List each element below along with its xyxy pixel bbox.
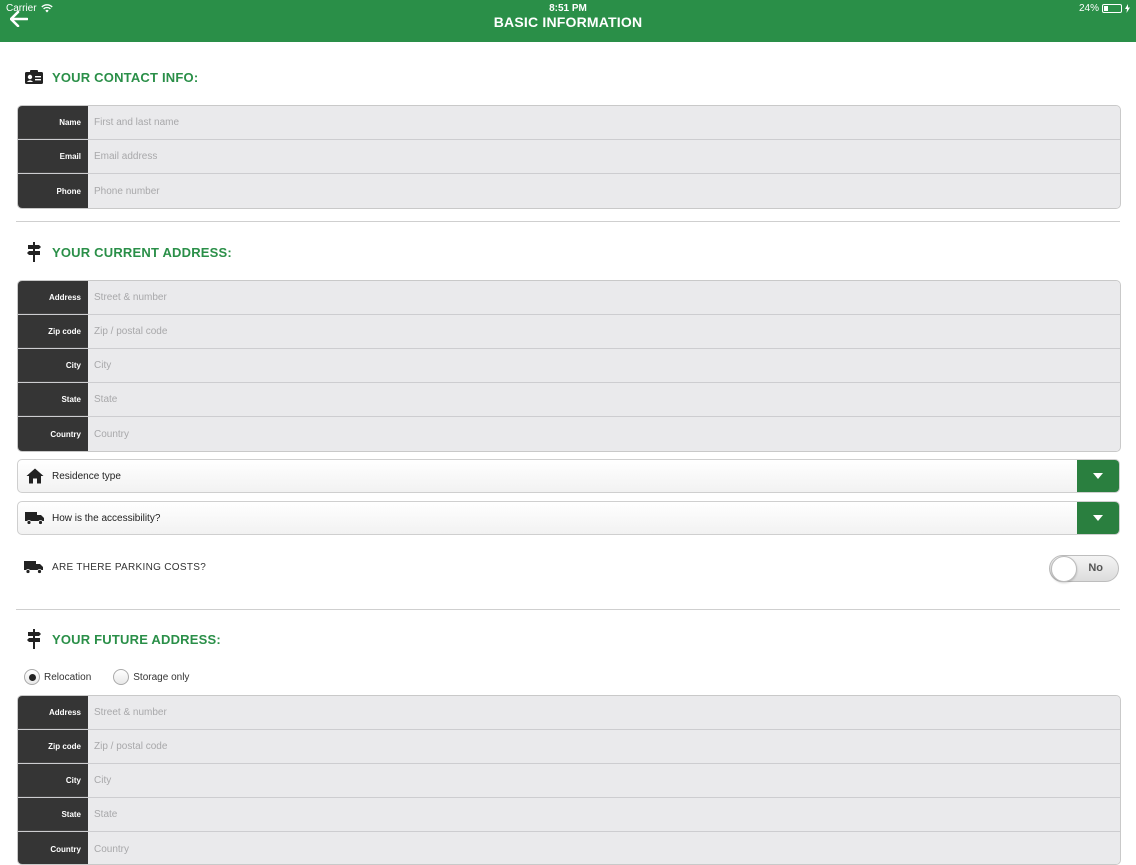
storage-only-radio[interactable]: Storage only [113,669,189,685]
contact-card-icon [24,67,44,87]
field-label: City [18,349,88,382]
page-title: BASIC INFORMATION [493,14,643,30]
field-label: City [18,764,88,797]
field-label: Zip code [18,730,88,763]
country-field[interactable] [88,417,1120,451]
signpost-icon [24,629,44,649]
country-field[interactable] [88,832,1120,864]
section-heading: YOUR CONTACT INFO: [52,69,199,85]
city-row: City [18,764,1120,798]
dropdown-label: How is the accessibility? [52,512,161,524]
parking-costs-toggle[interactable]: No [1049,555,1119,582]
status-battery: 24% [1079,3,1130,14]
truck-icon [24,560,44,574]
move-type-radio-group: Relocation Storage only [24,669,189,685]
state-field[interactable] [88,383,1120,416]
name-row: Name [18,106,1120,140]
field-label: Zip code [18,315,88,348]
street-field[interactable] [88,696,1120,729]
truck-icon [18,502,52,534]
toggle-knob [1051,556,1077,582]
field-label: Name [18,106,88,139]
current-address-form: Address Zip code City State Country [17,280,1121,452]
charging-icon [1125,4,1130,13]
name-field[interactable] [88,106,1120,139]
battery-percent: 24% [1078,3,1099,14]
phone-row: Phone [18,174,1120,208]
zip-field[interactable] [88,730,1120,763]
parking-costs-row: ARE THERE PARKING COSTS? [24,560,206,574]
state-row: State [18,798,1120,832]
radio-unchecked-icon[interactable] [113,669,130,685]
accessibility-dropdown[interactable]: How is the accessibility? [17,501,1120,535]
email-row: Email [18,140,1120,174]
email-field[interactable] [88,140,1120,173]
city-row: City [18,349,1120,383]
field-label: Phone [18,174,88,208]
parking-costs-label: ARE THERE PARKING COSTS? [52,561,207,573]
field-label: Address [18,281,88,314]
relocation-radio[interactable]: Relocation [24,669,91,685]
state-row: State [18,383,1120,417]
zip-field[interactable] [88,315,1120,348]
field-label: State [18,383,88,416]
dropdown-label: Residence type [52,470,121,482]
battery-icon [1102,4,1122,13]
contact-section-title: YOUR CONTACT INFO: [24,67,198,87]
chevron-down-icon[interactable] [1077,502,1119,534]
field-label: State [18,798,88,831]
current-address-section-title: YOUR CURRENT ADDRESS: [24,242,232,262]
city-field[interactable] [88,764,1120,797]
chevron-down-icon[interactable] [1077,460,1119,492]
street-field[interactable] [88,281,1120,314]
section-heading: YOUR FUTURE ADDRESS: [52,631,221,647]
field-label: Country [18,832,88,864]
top-bar: Carrier 8:51 PM 24% BASIC INFORMATION [0,0,1136,42]
zip-row: Zip code [18,315,1120,349]
contact-form: Name Email Phone [17,105,1121,209]
address-row: Address [18,696,1120,730]
address-row: Address [18,281,1120,315]
state-field[interactable] [88,798,1120,831]
house-icon [18,460,52,492]
divider [16,609,1120,610]
radio-label: Storage only [133,671,190,683]
toggle-value: No [1088,562,1103,574]
field-label: Address [18,696,88,729]
zip-row: Zip code [18,730,1120,764]
residence-type-dropdown[interactable]: Residence type [17,459,1120,493]
country-row: Country [18,417,1120,451]
divider [16,221,1120,222]
signpost-icon [24,242,44,262]
future-address-section-title: YOUR FUTURE ADDRESS: [24,629,221,649]
future-address-form: Address Zip code City State Country [17,695,1121,865]
field-label: Country [18,417,88,451]
phone-field[interactable] [88,174,1120,208]
radio-label: Relocation [44,671,92,683]
status-time: 8:51 PM [549,3,587,14]
field-label: Email [18,140,88,173]
radio-checked-icon[interactable] [24,669,40,685]
section-heading: YOUR CURRENT ADDRESS: [52,244,232,260]
country-row: Country [18,832,1120,864]
city-field[interactable] [88,349,1120,382]
